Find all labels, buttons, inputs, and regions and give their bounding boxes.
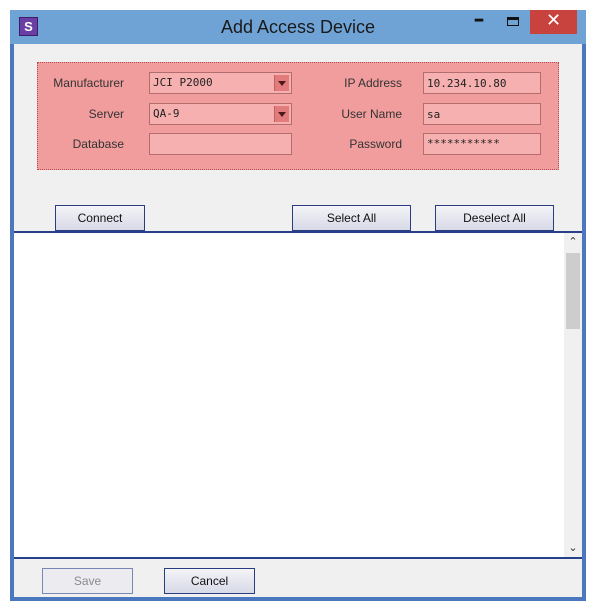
scroll-down-icon[interactable]: ⌄ — [564, 539, 582, 557]
connect-button[interactable]: Connect — [55, 205, 145, 231]
chevron-down-icon[interactable] — [274, 106, 289, 122]
maximize-button[interactable] — [498, 10, 528, 34]
device-list[interactable]: ⌃ ⌄ — [14, 231, 582, 559]
server-value: QA-9 — [153, 107, 180, 120]
manufacturer-dropdown[interactable]: JCI P2000 — [149, 72, 292, 94]
user-name-label: User Name — [341, 107, 402, 121]
server-dropdown[interactable]: QA-9 — [149, 103, 292, 125]
database-label: Database — [72, 137, 124, 151]
scroll-up-icon[interactable]: ⌃ — [564, 233, 582, 251]
password-label: Password — [349, 137, 402, 151]
minimize-button[interactable]: – — [460, 9, 498, 34]
cancel-button[interactable]: Cancel — [164, 568, 255, 594]
dialog-body: Manufacturer JCI P2000 Server QA-9 Datab… — [14, 44, 582, 597]
save-button[interactable]: Save — [42, 568, 133, 594]
deselect-all-button[interactable]: Deselect All — [435, 205, 554, 231]
title-bar[interactable]: S Add Access Device – ✕ — [10, 9, 586, 44]
password-field[interactable]: *********** — [423, 133, 541, 155]
password-mask: *********** — [427, 137, 500, 150]
manufacturer-value: JCI P2000 — [153, 76, 213, 89]
vertical-scrollbar[interactable]: ⌃ ⌄ — [564, 233, 582, 557]
ip-address-field[interactable] — [423, 72, 541, 94]
add-access-device-window: S Add Access Device – ✕ Manufacturer JCI… — [10, 9, 586, 601]
ip-address-label: IP Address — [344, 76, 402, 90]
manufacturer-label: Manufacturer — [53, 76, 124, 90]
chevron-down-icon[interactable] — [274, 75, 289, 91]
maximize-icon — [507, 17, 519, 26]
database-input[interactable] — [153, 134, 291, 154]
server-label: Server — [88, 107, 124, 121]
scrollbar-thumb[interactable] — [566, 253, 580, 329]
ip-address-input[interactable] — [427, 73, 540, 93]
user-name-input[interactable] — [427, 104, 540, 124]
user-name-field[interactable] — [423, 103, 541, 125]
database-field[interactable] — [149, 133, 292, 155]
connection-form-panel: Manufacturer JCI P2000 Server QA-9 Datab… — [37, 62, 559, 170]
close-button[interactable]: ✕ — [530, 10, 577, 34]
select-all-button[interactable]: Select All — [292, 205, 411, 231]
